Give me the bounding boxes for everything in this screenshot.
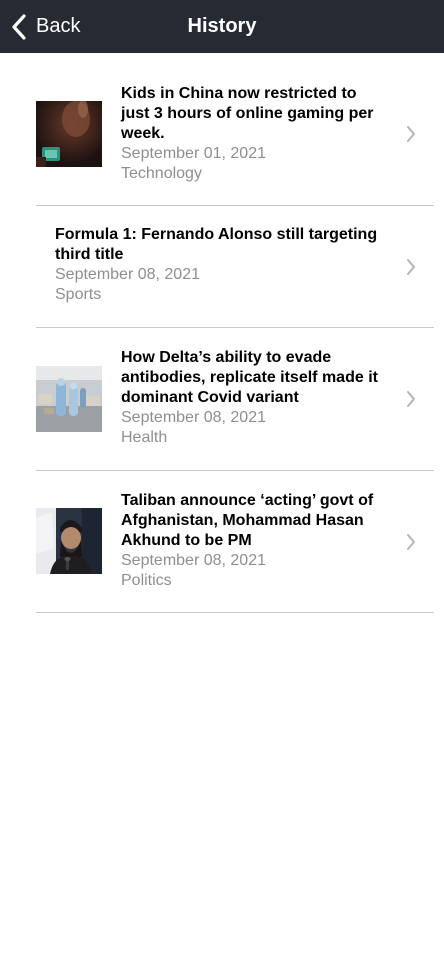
chevron-right-icon (407, 534, 415, 550)
article-date: September 01, 2021 (121, 145, 266, 162)
chevron-right-icon (407, 391, 415, 407)
article-title: Taliban announce ‘acting’ govt of Afghan… (121, 492, 374, 549)
article-category: Sports (55, 286, 102, 303)
article-date: September 08, 2021 (121, 552, 266, 569)
chevron-left-icon (12, 13, 26, 40)
article-date: September 08, 2021 (55, 266, 200, 283)
article-thumbnail-0 (36, 101, 102, 167)
history-row-1[interactable]: Formula 1: Fernando Alonso still targeti… (36, 206, 434, 328)
hospital-ppe-photo-image (36, 366, 102, 432)
article-thumbnail-2 (36, 366, 102, 432)
article-thumbnail-3 (36, 508, 102, 574)
back-button[interactable]: Back (10, 0, 80, 53)
chevron-right-icon (407, 259, 415, 275)
child-phone-photo-image (36, 101, 102, 167)
article-category: Health (121, 429, 168, 446)
article-title: Kids in China now restricted to just 3 h… (121, 85, 374, 142)
back-label: Back (36, 15, 81, 37)
press-conference-photo-image (36, 508, 102, 574)
navigation-bar: Back History (0, 0, 444, 53)
article-date: September 08, 2021 (121, 409, 266, 426)
history-row-0[interactable]: Kids in China now restricted to just 3 h… (36, 53, 434, 206)
article-title: Formula 1: Fernando Alonso still targeti… (55, 226, 378, 263)
chevron-right-icon (407, 126, 415, 142)
history-row-3[interactable]: Taliban announce ‘acting’ govt of Afghan… (36, 471, 434, 613)
history-list: Kids in China now restricted to just 3 h… (0, 53, 444, 613)
article-category: Technology (121, 165, 202, 182)
history-row-2[interactable]: How Delta’s ability to evade antibodies,… (36, 328, 434, 471)
article-title: How Delta’s ability to evade antibodies,… (121, 349, 378, 406)
article-category: Politics (121, 572, 172, 589)
